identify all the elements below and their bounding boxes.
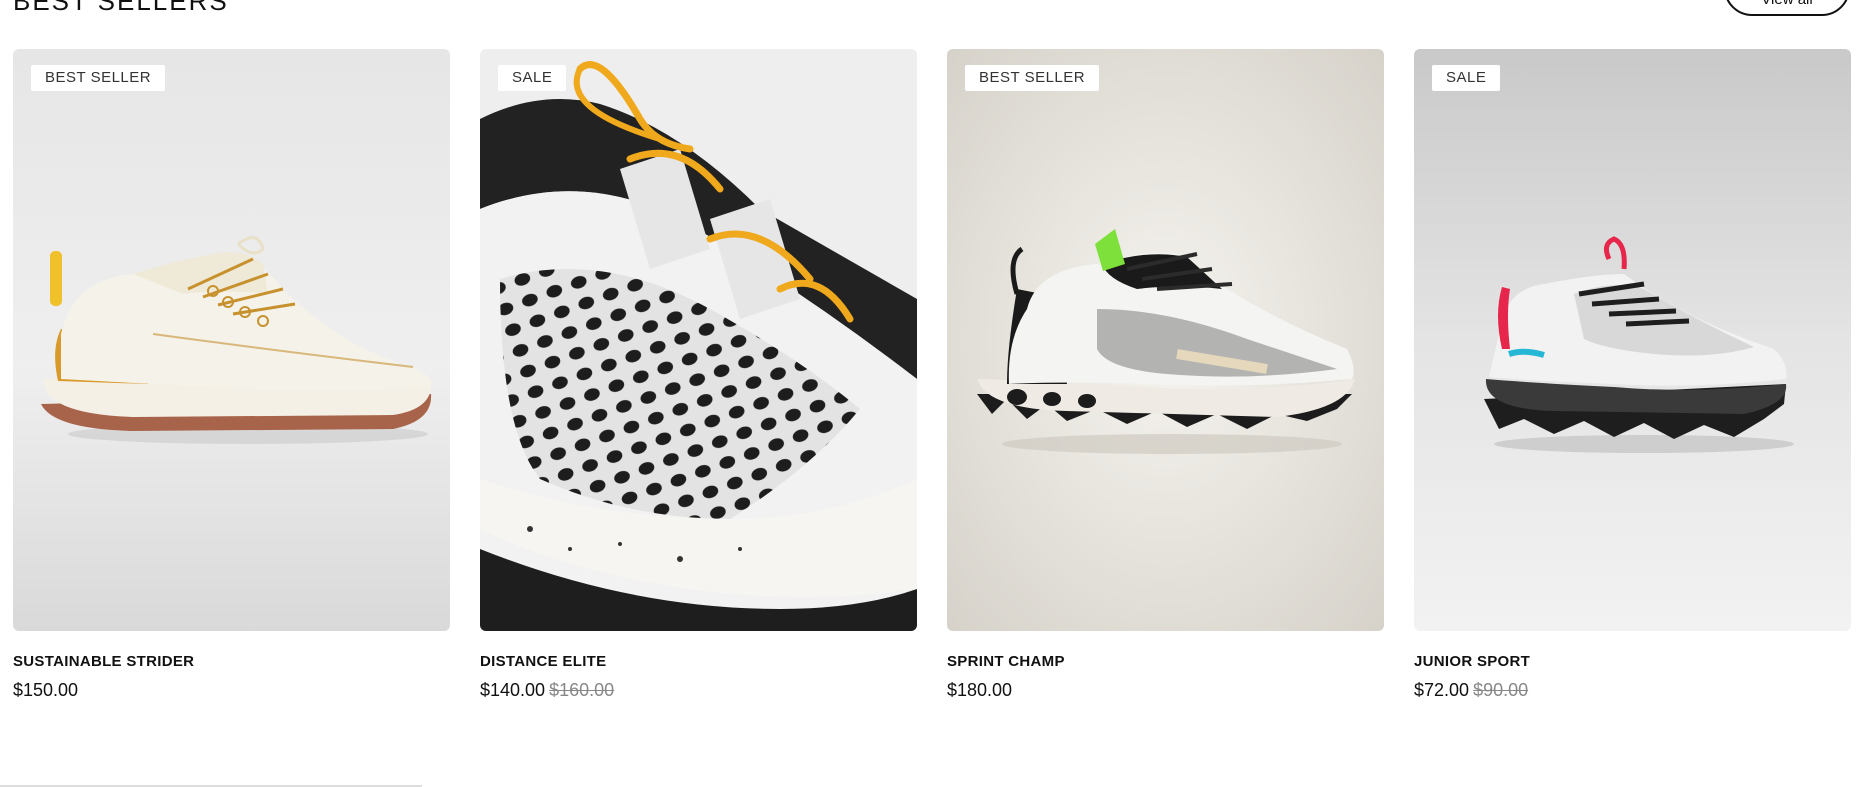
product-badge: SALE <box>1432 65 1501 91</box>
product-price: $72.00 <box>1414 680 1470 700</box>
cream-sneaker-image <box>13 49 450 631</box>
product-image-cream-sneaker[interactable]: BEST SELLER <box>13 49 450 631</box>
product-price-row: $180.00 <box>947 680 1384 701</box>
product-name[interactable]: SUSTAINABLE STRIDER <box>13 653 450 670</box>
section-title: BEST SELLERS <box>13 0 229 16</box>
product-image-mesh-closeup[interactable]: SALE <box>480 49 917 631</box>
product-name[interactable]: SPRINT CHAMP <box>947 653 1384 670</box>
product-badge: SALE <box>498 65 567 91</box>
product-compare-price: $90.00 <box>1473 680 1529 700</box>
mesh-closeup-image <box>480 49 917 631</box>
product-price: $180.00 <box>947 680 1013 700</box>
product-name[interactable]: DISTANCE ELITE <box>480 653 917 670</box>
product-image-trail-sneaker[interactable]: BEST SELLER <box>947 49 1384 631</box>
product-badge: BEST SELLER <box>965 65 1100 91</box>
view-all-button[interactable]: View all <box>1724 0 1850 16</box>
trail-sneaker-image <box>947 49 1384 631</box>
product-price-row: $72.00 $90.00 <box>1414 680 1851 701</box>
product-compare-price: $160.00 <box>549 680 615 700</box>
product-price-row: $140.00 $160.00 <box>480 680 917 701</box>
product-card[interactable]: BEST SELLER SPRINT CHAMP $180.00 <box>947 49 1384 701</box>
product-grid: BEST SELLER SUSTAINABLE STRIDER $150.00 <box>13 49 1851 701</box>
product-image-kids-sneaker[interactable]: SALE <box>1414 49 1851 631</box>
product-card[interactable]: SALE JUNIOR SPORT $72.00 $90.00 <box>1414 49 1851 701</box>
product-name[interactable]: JUNIOR SPORT <box>1414 653 1851 670</box>
product-card[interactable]: SALE DISTANCE ELITE $140.00 $160.00 <box>480 49 917 701</box>
product-price: $140.00 <box>480 680 546 700</box>
product-card[interactable]: BEST SELLER SUSTAINABLE STRIDER $150.00 <box>13 49 450 701</box>
kids-sneaker-image <box>1414 49 1851 631</box>
best-sellers-page: BEST SELLERS View all <box>0 0 1875 787</box>
product-price: $150.00 <box>13 680 79 700</box>
product-price-row: $150.00 <box>13 680 450 701</box>
product-badge: BEST SELLER <box>31 65 166 91</box>
